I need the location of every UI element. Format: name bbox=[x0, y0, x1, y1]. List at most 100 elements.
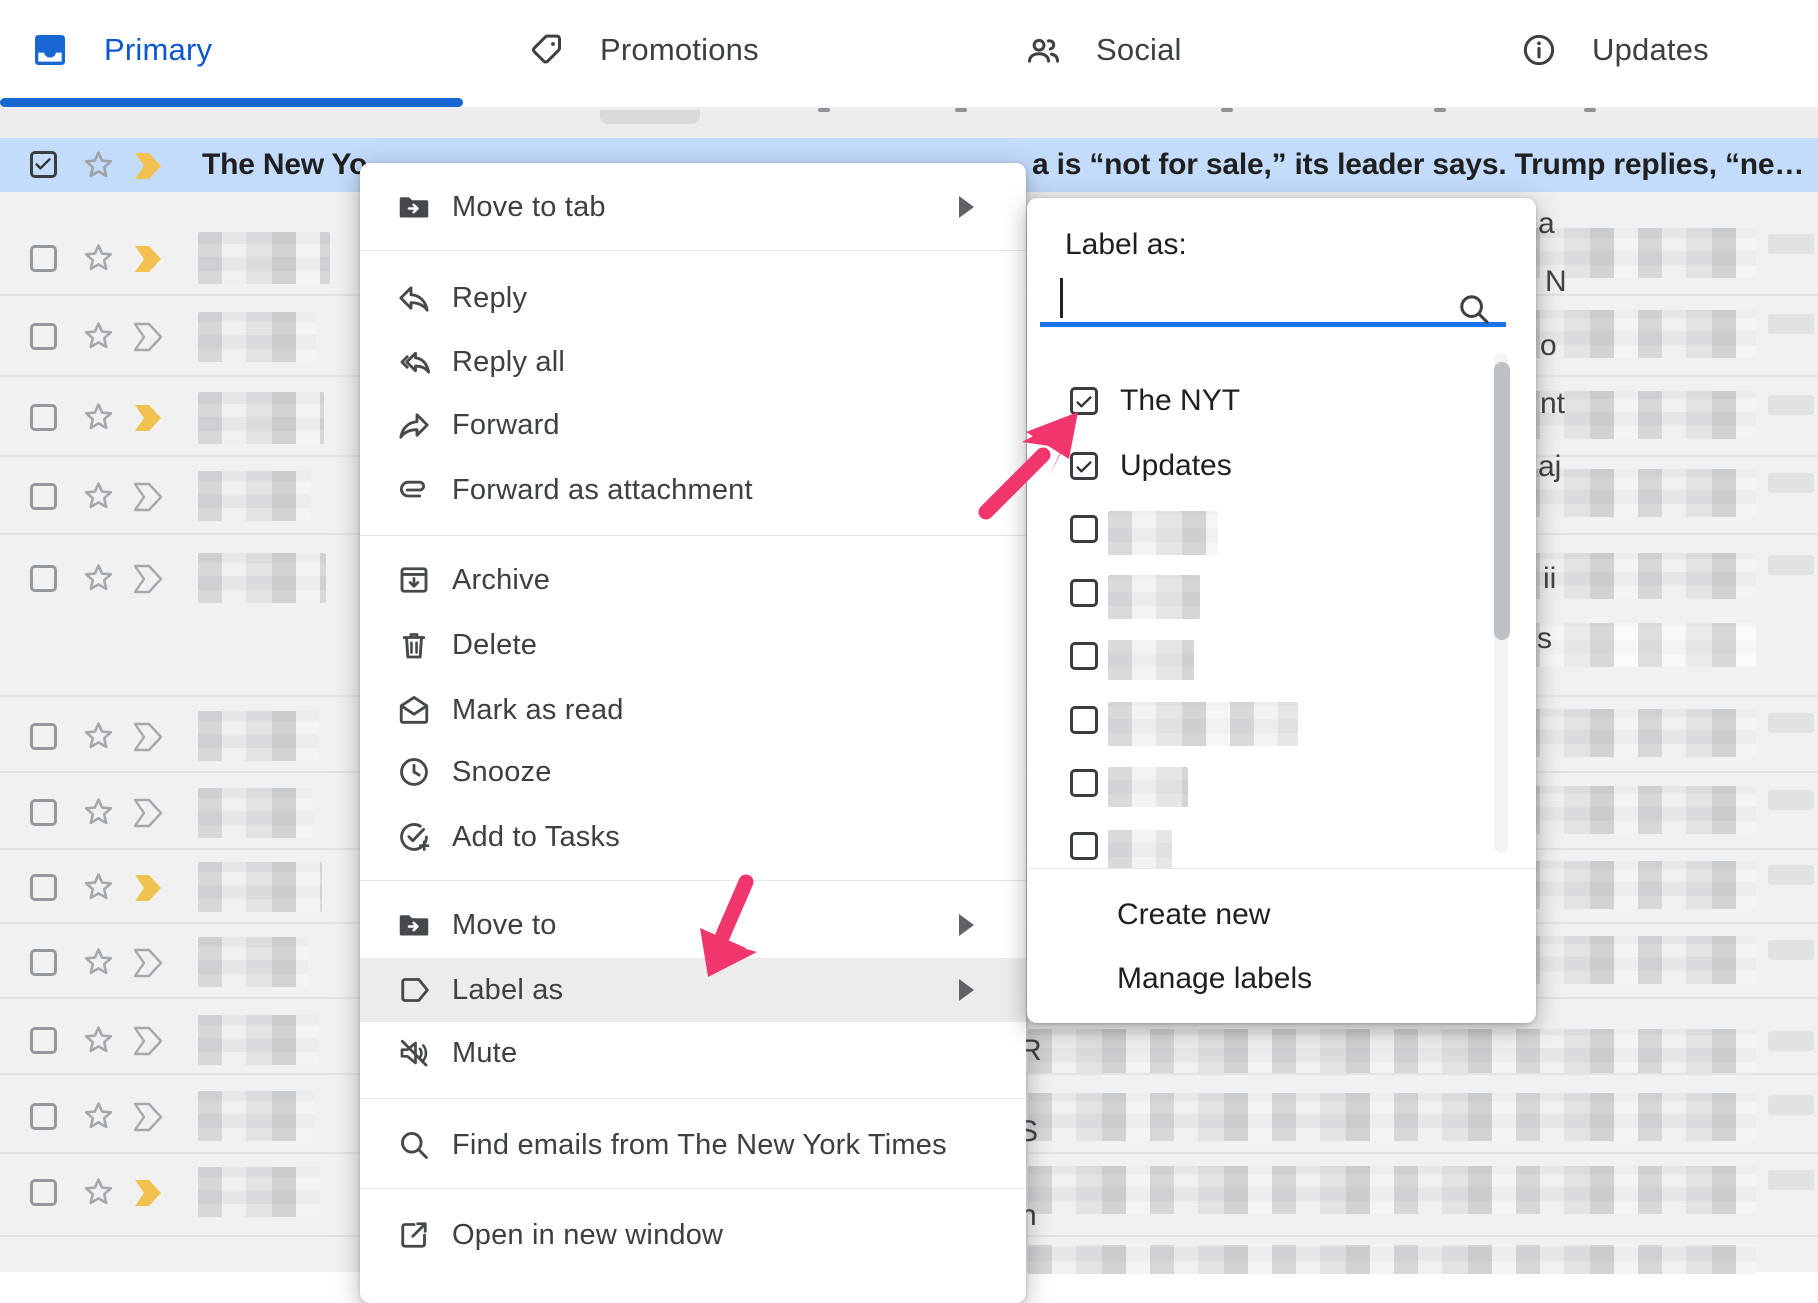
checkbox-icon[interactable] bbox=[1070, 579, 1098, 607]
star-icon[interactable] bbox=[80, 478, 117, 515]
blurred-date bbox=[1768, 473, 1814, 493]
importance-marker-icon[interactable] bbox=[132, 482, 169, 512]
label-option-blurred[interactable] bbox=[1027, 692, 1536, 748]
star-icon[interactable] bbox=[80, 318, 117, 355]
blurred-sender bbox=[198, 471, 310, 521]
importance-marker-icon[interactable] bbox=[132, 244, 169, 274]
create-new-button[interactable]: Create new bbox=[1027, 886, 1536, 944]
row-checkbox[interactable] bbox=[30, 1103, 57, 1130]
folder-move-icon bbox=[396, 189, 432, 225]
row-checkbox[interactable] bbox=[30, 483, 57, 510]
tab-primary[interactable]: Primary bbox=[30, 0, 212, 100]
search-icon bbox=[396, 1127, 432, 1163]
row-checkbox[interactable] bbox=[30, 323, 57, 350]
manage-labels-button[interactable]: Manage labels bbox=[1027, 950, 1536, 1008]
star-icon[interactable] bbox=[80, 718, 117, 755]
partial-row-strip bbox=[0, 107, 1818, 138]
label-list: The NYT Updates bbox=[1027, 338, 1536, 868]
importance-marker-icon[interactable] bbox=[132, 1102, 169, 1132]
tab-social[interactable]: Social bbox=[1024, 0, 1182, 100]
checkbox-checked-icon[interactable] bbox=[1070, 452, 1098, 480]
label-option-updates[interactable]: Updates bbox=[1027, 438, 1536, 494]
star-icon[interactable] bbox=[80, 1098, 117, 1135]
blurred-mark bbox=[955, 108, 967, 112]
blurred-mark bbox=[1584, 108, 1596, 112]
peek-text: aj bbox=[1538, 450, 1561, 484]
scrollbar-thumb[interactable] bbox=[1494, 362, 1510, 640]
selected-sender: The New Yo bbox=[202, 148, 367, 182]
row-checkbox[interactable] bbox=[30, 799, 57, 826]
row-checkbox[interactable] bbox=[30, 723, 57, 750]
star-icon[interactable] bbox=[80, 240, 117, 277]
checkbox-checked-icon[interactable] bbox=[1070, 387, 1098, 415]
row-checkbox[interactable] bbox=[30, 949, 57, 976]
star-icon[interactable] bbox=[80, 869, 117, 906]
importance-marker-icon[interactable] bbox=[132, 948, 169, 978]
menu-item-add-to-tasks[interactable]: Add to Tasks bbox=[360, 806, 1026, 868]
star-icon[interactable] bbox=[80, 1022, 117, 1059]
star-icon[interactable] bbox=[80, 560, 117, 597]
checkbox-icon[interactable] bbox=[1070, 706, 1098, 734]
reply-all-icon bbox=[396, 344, 432, 380]
menu-item-open-in-new-window[interactable]: Open in new window bbox=[360, 1204, 1026, 1266]
importance-marker-icon[interactable] bbox=[132, 1026, 169, 1056]
blurred-label bbox=[1108, 702, 1298, 746]
row-checkbox[interactable] bbox=[30, 874, 57, 901]
menu-item-reply[interactable]: Reply bbox=[360, 267, 1026, 329]
star-icon[interactable] bbox=[80, 794, 117, 831]
mute-icon bbox=[396, 1035, 432, 1071]
importance-marker-icon[interactable] bbox=[132, 873, 169, 903]
label-option-blurred[interactable] bbox=[1027, 565, 1536, 621]
row-checkbox[interactable] bbox=[30, 245, 57, 272]
importance-marker-icon[interactable] bbox=[132, 403, 169, 433]
label-search-input[interactable] bbox=[1040, 276, 1506, 322]
checkbox-icon[interactable] bbox=[1070, 832, 1098, 860]
blurred-mark bbox=[1434, 108, 1446, 112]
inbox-icon bbox=[30, 30, 70, 70]
menu-item-archive[interactable]: Archive bbox=[360, 549, 1026, 611]
tab-promotions[interactable]: Promotions bbox=[528, 0, 759, 100]
importance-marker-icon[interactable] bbox=[132, 722, 169, 752]
blurred-date bbox=[1768, 940, 1814, 960]
row-checkbox-checked[interactable] bbox=[30, 151, 57, 178]
menu-item-label-as[interactable]: Label as bbox=[360, 958, 1026, 1022]
checkbox-icon[interactable] bbox=[1070, 769, 1098, 797]
menu-item-mark-as-read[interactable]: Mark as read bbox=[360, 679, 1026, 741]
importance-marker-icon[interactable] bbox=[132, 151, 169, 181]
menu-item-move-to-tab[interactable]: Move to tab bbox=[360, 176, 1026, 238]
label-option-blurred[interactable] bbox=[1027, 501, 1536, 557]
star-icon[interactable] bbox=[80, 399, 117, 436]
clock-icon bbox=[396, 754, 432, 790]
row-checkbox[interactable] bbox=[30, 1027, 57, 1054]
menu-separator bbox=[360, 1098, 1026, 1099]
star-icon[interactable] bbox=[80, 1174, 117, 1211]
menu-item-reply-all[interactable]: Reply all bbox=[360, 331, 1026, 393]
star-icon[interactable] bbox=[80, 944, 117, 981]
menu-item-forward[interactable]: Forward bbox=[360, 394, 1026, 456]
peek-text: s bbox=[1537, 622, 1552, 656]
chevron-right-icon bbox=[959, 914, 974, 936]
label-option-blurred[interactable] bbox=[1027, 628, 1536, 684]
label-option-blurred[interactable] bbox=[1027, 818, 1536, 868]
menu-item-mute[interactable]: Mute bbox=[360, 1022, 1026, 1084]
importance-marker-icon[interactable] bbox=[132, 322, 169, 352]
search-icon[interactable] bbox=[1455, 290, 1493, 328]
importance-marker-icon[interactable] bbox=[132, 798, 169, 828]
menu-item-move-to[interactable]: Move to bbox=[360, 894, 1026, 956]
menu-item-find-emails[interactable]: Find emails from The New York Times bbox=[360, 1114, 1026, 1176]
menu-item-snooze[interactable]: Snooze bbox=[360, 741, 1026, 803]
importance-marker-icon[interactable] bbox=[132, 1178, 169, 1208]
folder-move-icon bbox=[396, 907, 432, 943]
checkbox-icon[interactable] bbox=[1070, 642, 1098, 670]
importance-marker-icon[interactable] bbox=[132, 564, 169, 594]
row-checkbox[interactable] bbox=[30, 565, 57, 592]
label-option-the-nyt[interactable]: The NYT bbox=[1027, 373, 1536, 429]
row-checkbox[interactable] bbox=[30, 1179, 57, 1206]
menu-item-forward-as-attachment[interactable]: Forward as attachment bbox=[360, 459, 1026, 521]
checkbox-icon[interactable] bbox=[1070, 515, 1098, 543]
menu-item-delete[interactable]: Delete bbox=[360, 614, 1026, 676]
tab-updates[interactable]: Updates bbox=[1520, 0, 1709, 100]
star-icon[interactable] bbox=[80, 147, 117, 184]
label-option-blurred[interactable] bbox=[1027, 755, 1536, 811]
row-checkbox[interactable] bbox=[30, 404, 57, 431]
